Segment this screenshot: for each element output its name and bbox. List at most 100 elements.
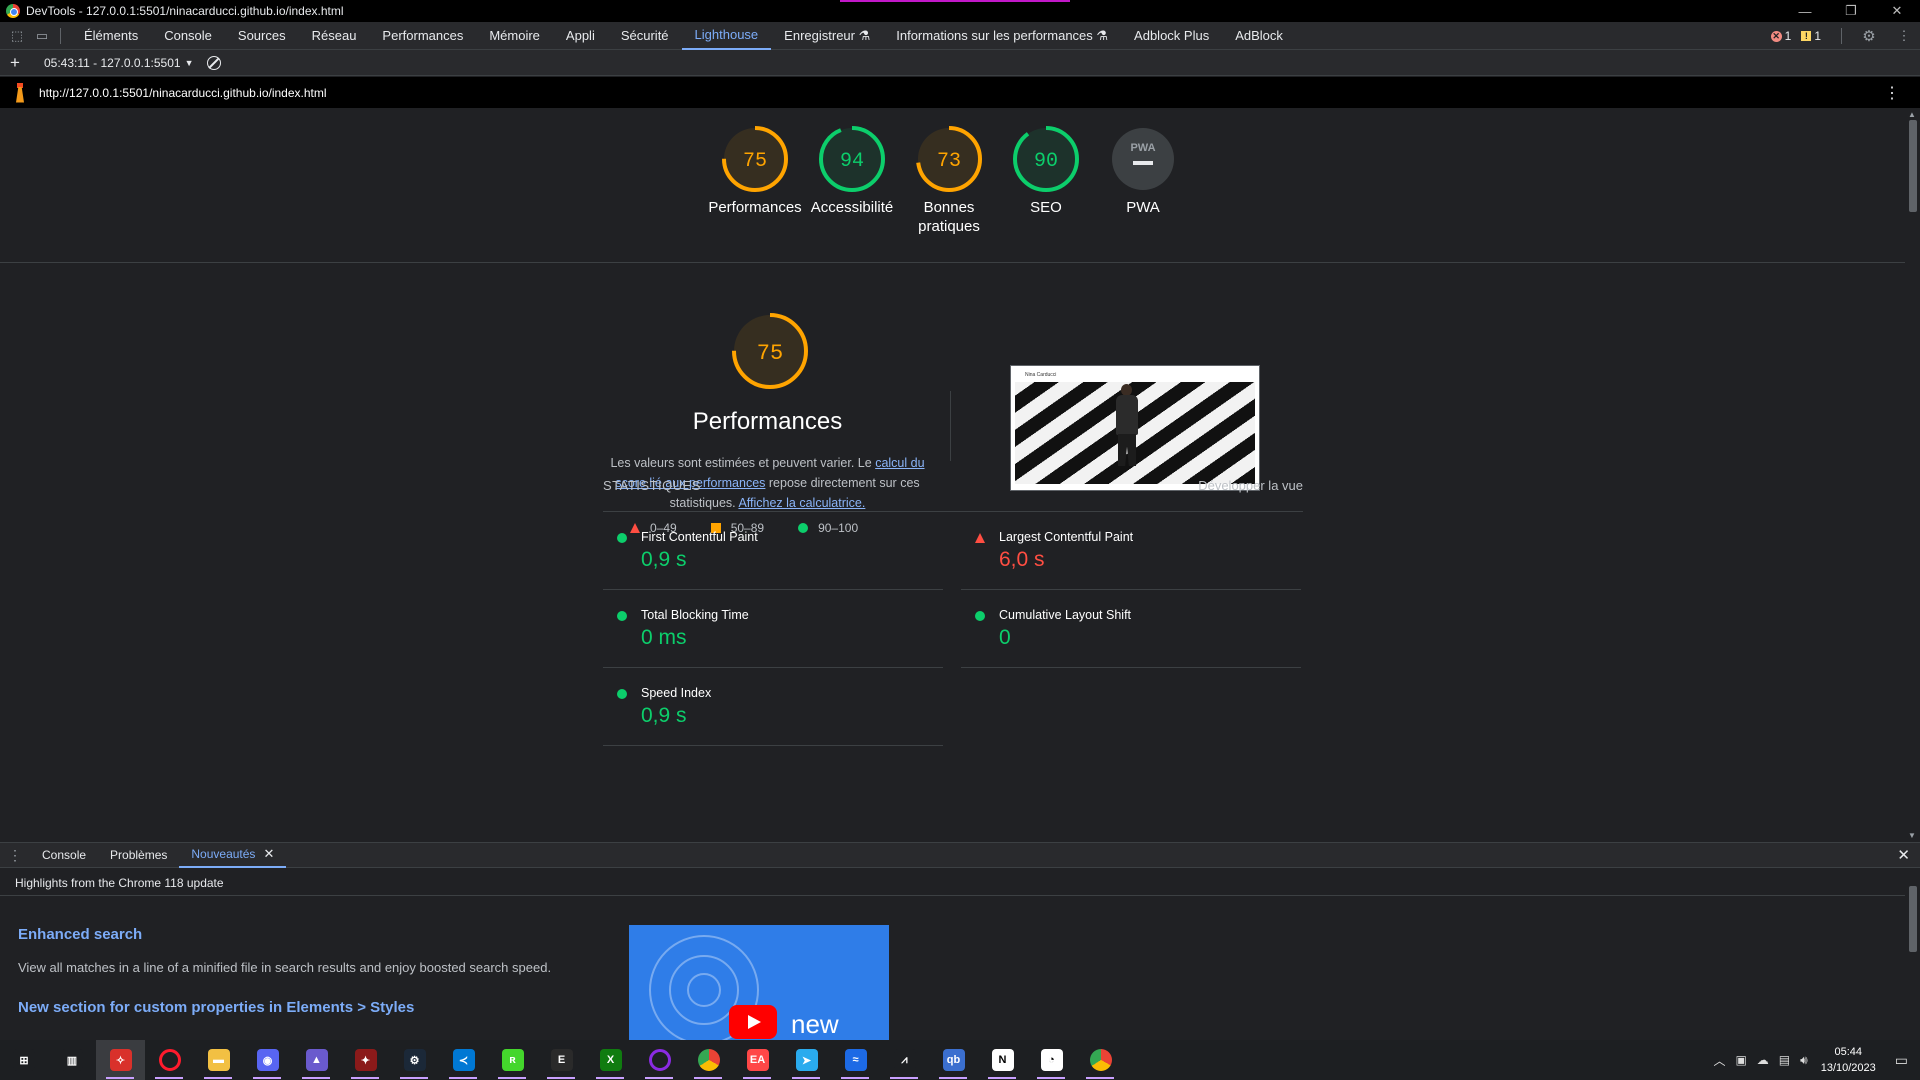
chrome-icon[interactable] bbox=[684, 1040, 733, 1080]
new-report-button[interactable]: + bbox=[0, 53, 30, 73]
tab-reseau[interactable]: Réseau bbox=[299, 22, 370, 50]
ea-icon[interactable]: EA bbox=[733, 1040, 782, 1080]
network-icon[interactable]: ▤ bbox=[1779, 1053, 1790, 1067]
chrome-icon-2[interactable] bbox=[1076, 1040, 1125, 1080]
feature-title[interactable]: Enhanced search bbox=[18, 926, 142, 943]
clock-date: 13/10/2023 bbox=[1820, 1062, 1876, 1074]
tab-console[interactable]: Console bbox=[151, 22, 225, 50]
gauge-ring: 94 bbox=[819, 126, 885, 192]
tab-informations-sur-les-performances[interactable]: Informations sur les performances ⚗ bbox=[883, 22, 1121, 50]
tab-memoire[interactable]: Mémoire bbox=[476, 22, 553, 50]
scrollbar-thumb[interactable] bbox=[1909, 886, 1917, 952]
inspect-element-icon[interactable]: ⬚ bbox=[9, 28, 25, 44]
tab-performances[interactable]: Performances bbox=[369, 22, 476, 50]
close-window-button[interactable]: ✕ bbox=[1874, 0, 1920, 22]
tab-appli[interactable]: Appli bbox=[553, 22, 608, 50]
minimize-button[interactable]: — bbox=[1782, 0, 1828, 22]
clock-app-icon-glyph: ◔ bbox=[1040, 1049, 1063, 1071]
divider bbox=[0, 262, 1905, 263]
feature-title[interactable]: New section for custom properties in Ele… bbox=[18, 999, 414, 1016]
tab-securite[interactable]: Sécurité bbox=[608, 22, 682, 50]
report-scrollbar[interactable]: ▲ ▼ bbox=[1905, 108, 1920, 842]
wave-icon[interactable]: ≈ bbox=[831, 1040, 880, 1080]
screenshot-nav: Nina Carducci bbox=[1015, 370, 1255, 382]
steam-icon[interactable]: ⚙ bbox=[390, 1040, 439, 1080]
report-menu-icon[interactable]: ⋮ bbox=[1884, 83, 1900, 103]
tab-adblock-plus[interactable]: Adblock Plus bbox=[1121, 22, 1222, 50]
chevron-up-icon[interactable]: ︿ bbox=[1713, 1052, 1725, 1069]
notion-icon[interactable]: N bbox=[978, 1040, 1027, 1080]
devtools-tabs: Éléments Console Sources Réseau Performances… bbox=[71, 22, 1296, 50]
video-thumbnail[interactable]: new bbox=[629, 925, 889, 1040]
file-explorer-icon[interactable]: ▬ bbox=[194, 1040, 243, 1080]
dev-icon[interactable]: ⩘ bbox=[880, 1040, 929, 1080]
opera-icon-glyph bbox=[158, 1049, 181, 1071]
score-gauge-bonnes-pratiques[interactable]: 73 Bonnes pratiques bbox=[894, 126, 1004, 236]
final-screenshot[interactable]: Nina Carducci bbox=[1010, 365, 1260, 491]
drawer-scrollbar[interactable] bbox=[1905, 868, 1920, 1040]
task-view-icon[interactable]: ▥ bbox=[48, 1040, 96, 1080]
drawer-tab-nouveautes[interactable]: Nouveautés ✕ bbox=[179, 842, 287, 868]
task-view-icon-glyph: ▥ bbox=[61, 1049, 83, 1071]
vscode-icon[interactable]: ≺ bbox=[439, 1040, 488, 1080]
xbox-icon[interactable]: X bbox=[586, 1040, 635, 1080]
metric-first-contentful-paint: First Contentful Paint 0,9 s bbox=[603, 512, 943, 590]
score-label: Bonnes pratiques bbox=[918, 199, 980, 235]
clear-reports-icon[interactable] bbox=[207, 55, 222, 70]
report-select[interactable]: 05:43:11 - 127.0.0.1:5501 ▼ bbox=[44, 56, 193, 70]
play-icon[interactable] bbox=[729, 1005, 777, 1039]
drawer-menu-icon[interactable]: ⋮ bbox=[0, 847, 30, 864]
discord-icon[interactable]: ◉ bbox=[243, 1040, 292, 1080]
qbittorrent-icon[interactable]: qb bbox=[929, 1040, 978, 1080]
warning-badge[interactable]: ! 1 bbox=[1801, 29, 1821, 43]
scroll-down-icon[interactable]: ▼ bbox=[1908, 831, 1916, 840]
gauge-ring: PWA bbox=[1112, 128, 1174, 190]
score-gauge-seo[interactable]: 90 SEO bbox=[991, 126, 1101, 217]
chrome-icon bbox=[6, 4, 20, 18]
pwa-badge-text: PWA bbox=[1130, 142, 1155, 154]
score-gauge-performances[interactable]: 75 Performances bbox=[700, 126, 810, 217]
score-gauge-pwa[interactable]: PWA PWA bbox=[1088, 126, 1198, 217]
tab-elements[interactable]: Éléments bbox=[71, 22, 151, 50]
close-drawer-icon[interactable]: ✕ bbox=[1897, 846, 1910, 864]
more-options-icon[interactable]: ⋮ bbox=[1896, 28, 1912, 44]
metrics-header: STATISTIQUES Développer la vue bbox=[603, 478, 1303, 512]
error-badge[interactable]: ✕ 1 bbox=[1770, 29, 1791, 43]
clock-app-icon[interactable]: ◔ bbox=[1027, 1040, 1076, 1080]
report-url[interactable]: http://127.0.0.1:5501/ninacarducci.githu… bbox=[39, 86, 327, 100]
windows-taskbar: ⊞ ▥ ✧ ▬ ◉ ▲ ✦ ⚙ ≺ ʀ E X EA ➤ ≈ ⩘ qb N ◔ ︿ ▣ ☁ ▤ 🔊︎ 05:44 1… bbox=[0, 1040, 1920, 1080]
metric-value: 6,0 s bbox=[999, 548, 1045, 571]
tab-lighthouse[interactable]: Lighthouse bbox=[681, 22, 772, 50]
tab-enregistreur[interactable]: Enregistreur ⚗ bbox=[771, 22, 883, 50]
cloud-icon[interactable]: ☁ bbox=[1757, 1053, 1769, 1067]
telegram-icon[interactable]: ➤ bbox=[782, 1040, 831, 1080]
close-tab-icon[interactable]: ✕ bbox=[263, 846, 274, 862]
gear-icon[interactable]: ⚙ bbox=[1861, 28, 1877, 45]
start-icon[interactable]: ⊞ bbox=[0, 1040, 48, 1080]
device-toolbar-icon[interactable]: ▭ bbox=[34, 28, 50, 44]
drawer-tab-problemes[interactable]: Problèmes bbox=[98, 842, 179, 868]
restore-button[interactable]: ❐ bbox=[1828, 0, 1874, 22]
expand-view-button[interactable]: Développer la vue bbox=[1198, 478, 1303, 511]
opera-icon[interactable] bbox=[145, 1040, 194, 1080]
score-label: PWA bbox=[1126, 199, 1160, 216]
scrollbar-thumb[interactable] bbox=[1909, 120, 1917, 212]
volume-icon[interactable]: 🔊︎ bbox=[1800, 1053, 1808, 1068]
epic-games-icon[interactable]: E bbox=[537, 1040, 586, 1080]
taskbar-apps: ⊞ ▥ ✧ ▬ ◉ ▲ ✦ ⚙ ≺ ʀ E X EA ➤ ≈ ⩘ qb N ◔ bbox=[0, 1040, 1125, 1080]
game-icon[interactable]: ✦ bbox=[341, 1040, 390, 1080]
bing-icon[interactable]: ▲ bbox=[292, 1040, 341, 1080]
tab-sources[interactable]: Sources bbox=[225, 22, 299, 50]
gauge-value: 73 bbox=[937, 150, 961, 173]
clock[interactable]: 05:44 13/10/2023 bbox=[1821, 1044, 1876, 1076]
scroll-up-icon[interactable]: ▲ bbox=[1908, 110, 1916, 119]
razer-icon[interactable]: ʀ bbox=[488, 1040, 537, 1080]
score-label: Performances bbox=[708, 199, 802, 216]
tab-adblock[interactable]: AdBlock bbox=[1222, 22, 1296, 50]
cortana-icon[interactable] bbox=[635, 1040, 684, 1080]
drawer-tab-console[interactable]: Console bbox=[30, 842, 98, 868]
notification-icon[interactable]: ▭ bbox=[1895, 1052, 1908, 1069]
device-icon[interactable]: ▣ bbox=[1735, 1053, 1746, 1067]
score-gauge-accessibilite[interactable]: 94 Accessibilité bbox=[797, 126, 907, 217]
lighthouse-app-icon[interactable]: ✧ bbox=[96, 1040, 145, 1080]
